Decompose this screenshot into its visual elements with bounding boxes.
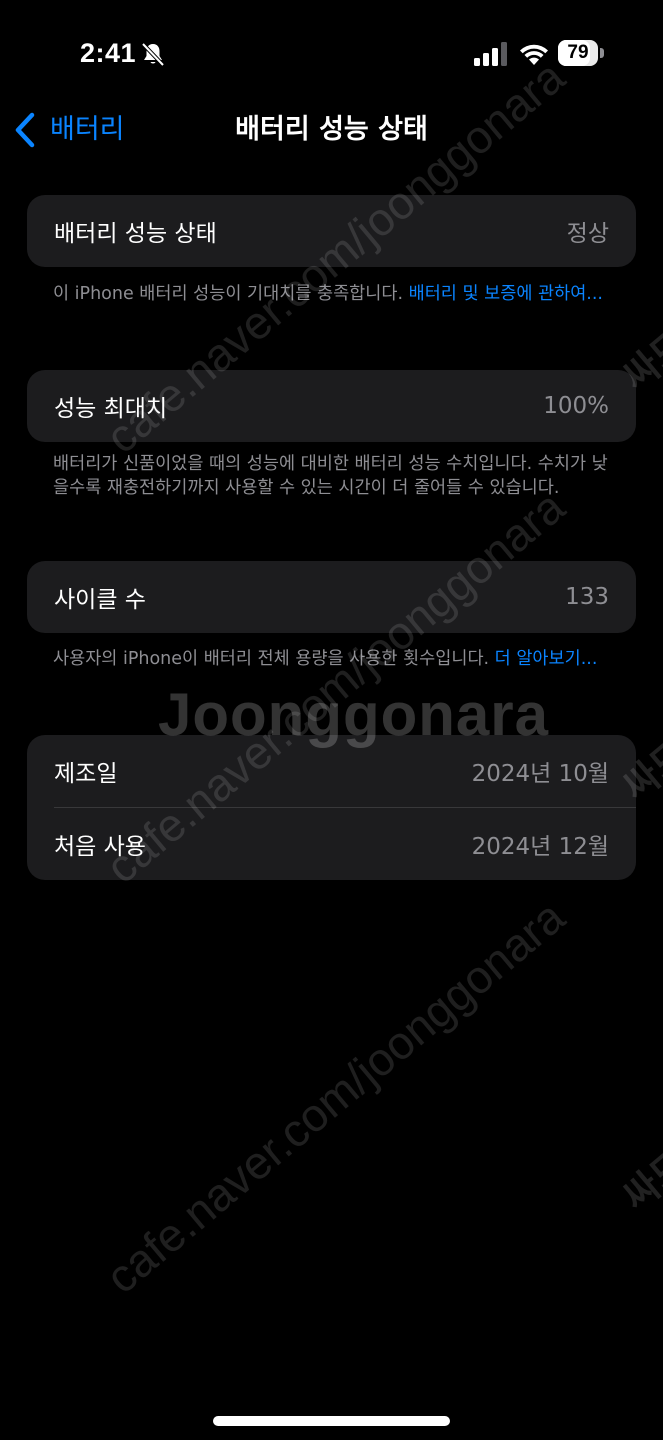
cycle-count-card: 사이클 수 133 [27,561,636,633]
watermark-url: cafe.naver.com/joonggonara [95,890,575,1304]
battery-health-card: 배터리 성능 상태 정상 [27,195,636,267]
dates-card: 제조일 2024년 10월 처음 사용 2024년 12월 [27,735,636,880]
cycle-count-footnote-text: 사용자의 iPhone이 배터리 전체 용량을 사용한 횟수입니다. [53,649,495,669]
battery-health-footnote-text: 이 iPhone 배터리 성능이 기대치를 충족합니다. [53,284,409,304]
max-capacity-row: 성능 최대치 100% [27,370,636,442]
first-use-value: 2024년 12월 [471,834,609,860]
max-capacity-value: 100% [543,393,609,419]
battery-warranty-link[interactable]: 배터리 및 보증에 관하여... [409,284,603,304]
first-use-row: 처음 사용 2024년 12월 [27,808,636,880]
wifi-icon [520,44,548,65]
max-capacity-label: 성능 최대치 [54,396,168,422]
battery-level: 79 [567,42,589,63]
battery-health-row: 배터리 성능 상태 정상 [27,195,636,267]
manufacture-date-row: 제조일 2024년 10월 [27,735,636,807]
status-time: 2:41 [80,38,137,68]
watermark-side: 싸드 [614,1140,663,1220]
cycle-count-label: 사이클 수 [54,587,146,613]
battery-health-value: 정상 [566,221,609,247]
home-indicator[interactable] [213,1416,450,1426]
battery-cap [600,48,604,58]
status-bar: 2:41 79 [0,0,663,108]
back-label: 배터리 [50,114,125,145]
manufacture-date-label: 제조일 [54,761,118,787]
battery-health-footnote: 이 iPhone 배터리 성능이 기대치를 충족합니다. 배터리 및 보증에 관… [53,282,613,306]
max-capacity-card: 성능 최대치 100% [27,370,636,442]
cycle-count-value: 133 [565,584,609,610]
cellular-signal-icon [474,42,507,66]
cycle-count-row: 사이클 수 133 [27,561,636,633]
first-use-label: 처음 사용 [54,834,146,860]
back-button[interactable]: 배터리 [14,108,125,152]
learn-more-link[interactable]: 더 알아보기... [495,649,598,669]
bell-slash-icon [141,42,165,67]
cycle-count-footnote: 사용자의 iPhone이 배터리 전체 용량을 사용한 횟수입니다. 더 알아보… [53,647,613,671]
battery-health-label: 배터리 성능 상태 [54,221,217,247]
chevron-left-icon [15,112,35,148]
manufacture-date-value: 2024년 10월 [471,761,609,787]
battery-icon: 79 [558,40,606,68]
max-capacity-footnote: 배터리가 신품이었을 때의 성능에 대비한 배터리 성능 수치입니다. 수치가 … [53,454,608,498]
